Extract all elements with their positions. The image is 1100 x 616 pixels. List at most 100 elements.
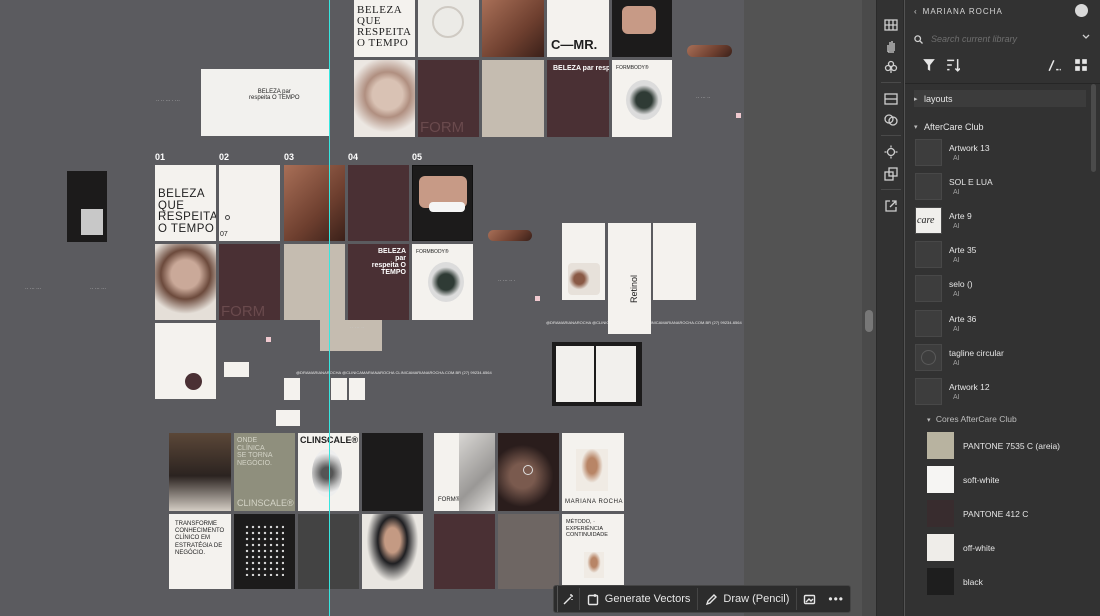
color-black[interactable]: black — [915, 568, 1085, 598]
group-cores[interactable]: ▾ Cores AfterCare Club — [927, 414, 1017, 424]
color-chip-2 — [736, 113, 741, 118]
artwork-skin-closeup[interactable] — [482, 0, 544, 57]
asset-arte-9[interactable]: care Arte 9 AI — [915, 207, 1085, 237]
draw-pencil-button[interactable]: Draw (Pencil) — [697, 588, 796, 610]
post-card-circle[interactable] — [155, 323, 216, 399]
color-pantone-7535c[interactable]: PANTONE 7535 C (areia) — [915, 432, 1085, 462]
post-formbody[interactable]: FORMBODY® — [412, 244, 473, 320]
mr-dark-image[interactable] — [498, 433, 559, 511]
mr-wine-tile[interactable] — [434, 514, 495, 589]
small-card-3[interactable] — [331, 378, 347, 400]
brochure-page-1[interactable] — [562, 223, 605, 300]
asset-arte-35[interactable]: Arte 35 AI — [915, 241, 1085, 271]
back-chevron-icon[interactable]: ‹ — [914, 7, 918, 16]
asset-tagline-circular[interactable]: tagline circular AI — [915, 344, 1085, 374]
artwork-pill-image[interactable] — [687, 45, 732, 57]
hand-icon — [887, 41, 895, 53]
search-input[interactable]: Search current library — [931, 34, 1017, 44]
appearance-button[interactable] — [883, 144, 899, 160]
cyan-guide-line[interactable] — [329, 0, 330, 616]
generate-vectors-button[interactable]: Generate Vectors — [578, 588, 698, 610]
panel-icon-strip — [876, 0, 904, 616]
clinscale-transforme[interactable]: TRANSFORME CONHECIMENTO CLÍNICO EM ESTRA… — [169, 514, 231, 589]
small-card-2[interactable] — [284, 378, 300, 400]
group-layouts[interactable]: ▸ layouts — [914, 90, 1086, 107]
small-card[interactable] — [224, 362, 249, 377]
asset-thumbnail: care — [915, 207, 942, 234]
color-soft-white[interactable]: soft-white — [915, 466, 1085, 496]
page-number-03: 03 — [284, 152, 295, 162]
magic-wand-button[interactable] — [562, 588, 575, 610]
image-options-button[interactable] — [796, 588, 822, 610]
clinscale-onde[interactable]: ONDE CLÍNICA SE TORNA NEGÓCIO. CLINSCALE… — [234, 433, 295, 511]
contextual-task-bar[interactable]: Generate Vectors Draw (Pencil) ••• — [553, 585, 851, 613]
clinscale-portrait[interactable] — [169, 433, 231, 511]
artwork-form-wine[interactable]: FORM — [418, 60, 479, 137]
library-scrollbar[interactable] — [1091, 84, 1096, 172]
mr-portrait-card[interactable]: MARIANA ROCHA — [562, 433, 624, 511]
clinscale-dark-text[interactable] — [362, 433, 423, 511]
artboard-canvas[interactable]: BELEZA QUE RESPEITA O TEMPO C—MR. FORM B… — [0, 0, 862, 616]
artwork-pill-image-2[interactable] — [488, 230, 532, 241]
post-03-skin[interactable] — [284, 165, 345, 241]
canvas-vertical-scrollbar[interactable] — [862, 0, 876, 616]
more-options-button[interactable]: ••• — [822, 588, 850, 610]
brochure-spread[interactable] — [552, 342, 642, 406]
artwork-beleza-wine[interactable]: BELEZA par respeita O TEMPO — [547, 60, 609, 137]
scrollbar-thumb[interactable] — [865, 310, 873, 332]
mr-metodo[interactable]: MÉTODO, · EXPERIÊNCIA CONTINUIDADE — [562, 514, 624, 589]
mr-gray-image[interactable] — [459, 433, 495, 511]
asset-arte-36[interactable]: Arte 36 AI — [915, 310, 1085, 340]
task-bar-grip[interactable] — [554, 586, 558, 612]
artwork-formbody-product[interactable]: FORMBODY® — [612, 60, 672, 137]
library-search[interactable]: Search current library — [914, 30, 1090, 48]
clinscale-portrait-2[interactable] — [362, 514, 423, 589]
post-beleza-wine[interactable]: BELEZA par respeita O TEMPO — [348, 244, 409, 320]
artwork-model-portrait[interactable] — [354, 60, 415, 137]
post-05-app[interactable] — [412, 165, 473, 241]
user-avatar-icon[interactable] — [1075, 4, 1088, 17]
asset-sol-e-lua[interactable]: SOL E LUA AI — [915, 173, 1085, 203]
post-sand-text[interactable] — [284, 244, 345, 320]
mr-taupe-tile[interactable] — [498, 514, 559, 589]
artwork-circle-logo[interactable] — [418, 0, 479, 57]
asset-artwork-12[interactable]: Artwork 12 AI — [915, 378, 1085, 408]
asset-thumbnail — [915, 139, 942, 166]
brochure-page-3[interactable] — [653, 223, 696, 300]
artwork-phone-layout[interactable] — [67, 171, 107, 242]
post-model-portrait[interactable] — [155, 244, 216, 320]
post-form-wine[interactable]: FORM — [219, 244, 280, 320]
grid-view-icon[interactable] — [1074, 58, 1088, 72]
color-pantone-412c[interactable]: PANTONE 412 C — [915, 500, 1085, 530]
chevron-down-icon[interactable] — [1082, 34, 1090, 40]
post-04-wine[interactable] — [348, 165, 409, 241]
symbols-button[interactable] — [883, 59, 899, 75]
filter-icon[interactable] — [922, 58, 936, 72]
small-card-5[interactable] — [276, 410, 300, 426]
post-02[interactable]: 07 — [219, 165, 280, 241]
artwork-formbody-app[interactable] — [612, 0, 672, 57]
group-aftercare[interactable]: ▾ AfterCare Club — [914, 118, 1086, 135]
artwork-beleza-card[interactable]: BELEZA par respeita O TEMPO — [201, 69, 330, 136]
small-card-4[interactable] — [349, 378, 365, 400]
library-header[interactable]: ‹ MARIANA ROCHA — [905, 0, 1100, 22]
clinscale-dots[interactable] — [234, 514, 295, 589]
libraries-grid-button[interactable] — [883, 17, 899, 33]
export-button[interactable] — [883, 198, 899, 214]
post-01-beleza[interactable]: BELEZA QUE RESPEITA O TEMPO — [155, 165, 216, 241]
transparency-button[interactable] — [883, 112, 899, 128]
generate-vectors-icon — [587, 593, 598, 605]
artwork-cmr-logo[interactable]: C—MR. — [547, 0, 609, 57]
brochure-retinol[interactable]: Retinol — [608, 223, 651, 334]
sort-icon[interactable] — [946, 58, 960, 72]
gradient-button[interactable] — [883, 91, 899, 107]
artwork-beleza-headline[interactable]: BELEZA QUE RESPEITA O TEMPO — [354, 0, 415, 57]
asset-selo[interactable]: selo () AI — [915, 275, 1085, 305]
list-view-icon[interactable] — [1048, 58, 1062, 72]
artwork-sand-text[interactable] — [482, 60, 544, 137]
asset-artwork-13[interactable]: Artwork 13 AI — [915, 139, 1085, 169]
chevron-down-icon: ▾ — [927, 417, 931, 424]
puppet-warp-button[interactable] — [883, 38, 899, 54]
asset-export-button[interactable] — [883, 166, 899, 182]
color-off-white[interactable]: off-white — [915, 534, 1085, 564]
